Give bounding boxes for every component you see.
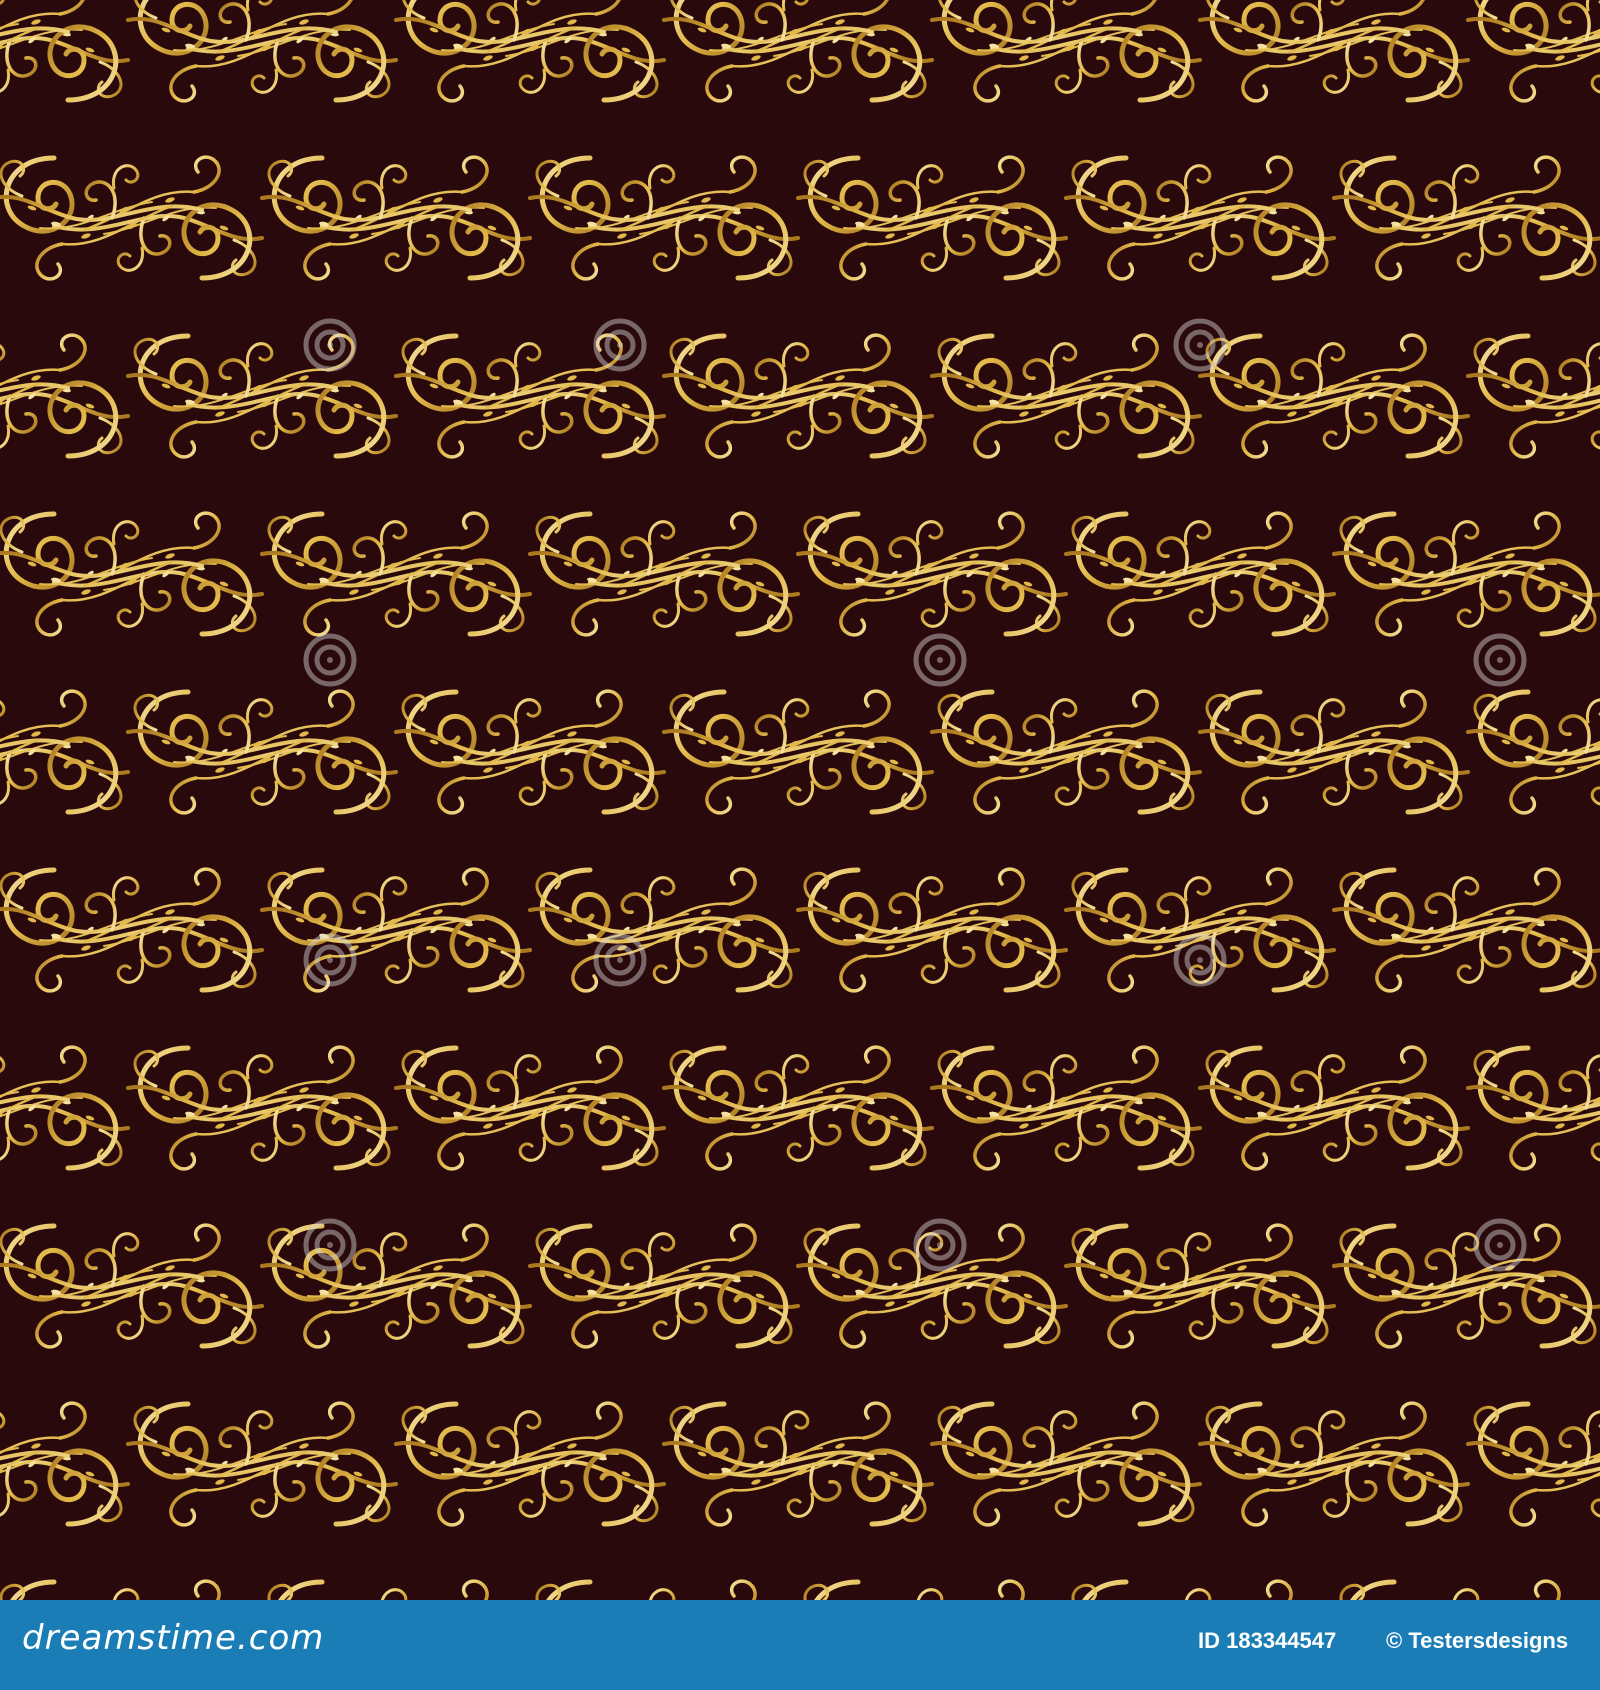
image-id-label: ID 183344547	[1198, 1628, 1337, 1653]
author-credit: © Testersdesigns	[1386, 1628, 1569, 1653]
seamless-pattern-artwork	[0, 0, 1600, 1600]
stock-photo-footer-bar: dreamstime.com ID 183344547 © Testersdes…	[0, 1600, 1600, 1690]
dreamstime-brand-text[interactable]: dreamstime.com	[22, 1618, 324, 1658]
gold-swirl-pattern	[0, 0, 1600, 1600]
